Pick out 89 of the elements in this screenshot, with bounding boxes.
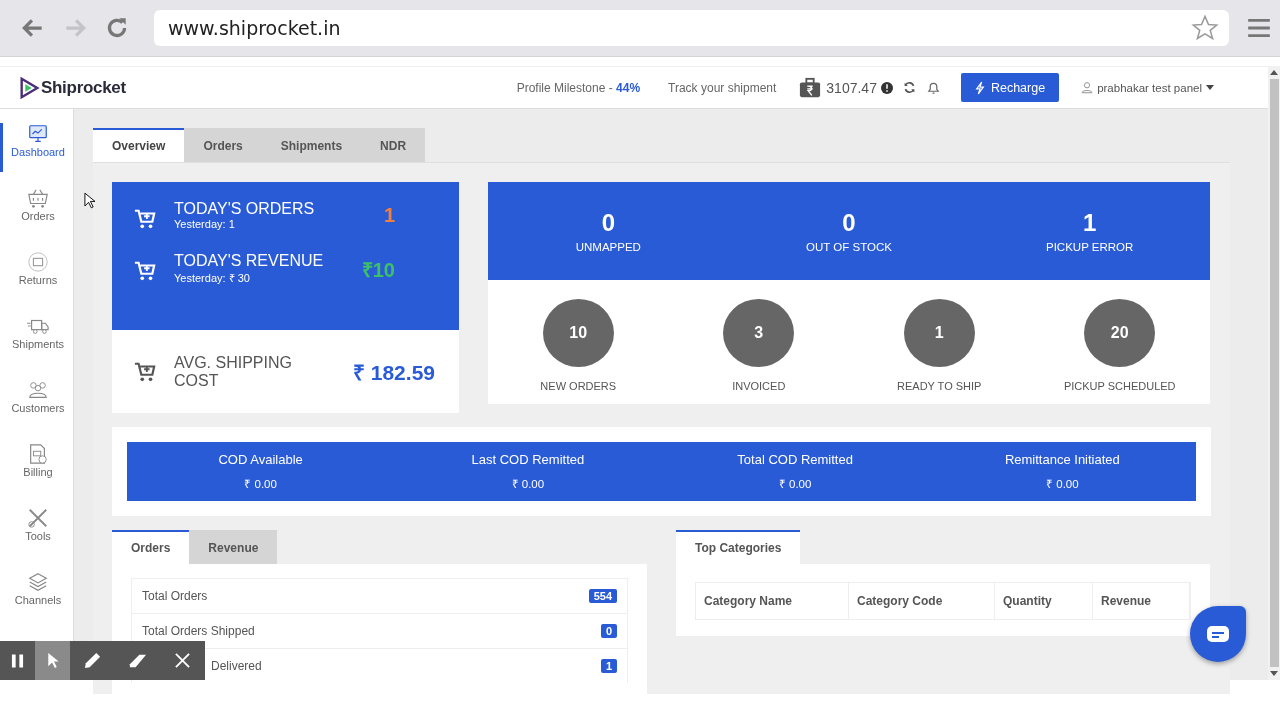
user-menu[interactable]: prabhakar test panel <box>1075 80 1220 95</box>
chat-icon <box>1206 625 1230 643</box>
scrollbar-thumb[interactable] <box>1269 79 1279 667</box>
cod-amount: ₹ 0.00 <box>244 477 277 491</box>
stat-label: UNMAPPED <box>575 241 641 253</box>
recharge-button[interactable]: Recharge <box>960 73 1060 102</box>
stat-value: 1 <box>1083 209 1097 237</box>
cart-icon <box>134 360 156 383</box>
scroll-up-icon[interactable] <box>1270 70 1278 75</box>
star-icon[interactable] <box>1191 14 1219 42</box>
cart-icon <box>134 208 156 230</box>
stat-subtitle: Yesterday: ₹ 30 <box>174 271 251 285</box>
pointer-icon <box>46 652 59 669</box>
layers-icon <box>27 571 49 593</box>
cod-label: Last COD Remitted <box>471 452 585 467</box>
address-bar[interactable]: www.shiprocket.in <box>154 10 1229 46</box>
pointer-button[interactable] <box>35 641 70 680</box>
tab[interactable]: Revenue <box>189 530 278 564</box>
cod-label: COD Available <box>218 452 303 467</box>
stat-subtitle: Yesterday: 1 <box>174 218 236 230</box>
stat-title: TODAY'S ORDERS <box>174 200 316 218</box>
stat-label: Total Orders Shipped <box>142 624 255 638</box>
refresh-icon[interactable] <box>902 81 916 94</box>
count-circle[interactable]: 10 <box>542 299 614 367</box>
stat-value: 0 <box>842 209 856 237</box>
cod-amount: ₹ 0.00 <box>1046 477 1079 491</box>
cart-icon <box>134 260 156 282</box>
sidebar-item[interactable]: Customers <box>0 379 73 428</box>
cod-amount: ₹ 0.00 <box>778 477 812 491</box>
sidebar-item[interactable]: Channels <box>0 571 73 620</box>
cursor-icon <box>84 192 95 209</box>
cod-label: Total COD Remitted <box>737 452 853 467</box>
user-icon <box>1081 81 1094 94</box>
pause-icon <box>11 652 24 669</box>
column-header: Revenue <box>1093 583 1190 619</box>
document-icon <box>27 443 49 465</box>
cod-amount: ₹ 0.00 <box>511 477 545 491</box>
stat-label: PICKUP ERROR <box>1046 241 1134 253</box>
sidebar-item[interactable]: Billing <box>0 443 73 492</box>
stat-title: AVG. SHIPPING COST <box>174 353 293 390</box>
column-header: Category Name <box>696 583 849 619</box>
count-circle[interactable]: 3 <box>723 299 795 367</box>
logo-text: Shiprocket <box>41 77 126 98</box>
profile-milestone[interactable]: Profile Milestone - 44% <box>516 80 641 95</box>
sidebar-item[interactable]: Orders <box>0 187 73 236</box>
tab[interactable]: Orders <box>112 530 190 564</box>
count-badge: 1 <box>600 659 617 673</box>
stat-label: Delivered <box>211 659 262 673</box>
count-circle[interactable]: 20 <box>1084 299 1156 367</box>
wallet-balance: 3107.47 <box>826 79 877 96</box>
tab[interactable]: Top Categories <box>676 530 801 564</box>
scrollbar[interactable] <box>1268 66 1280 680</box>
logo-icon <box>18 75 40 100</box>
monitor-icon <box>27 123 49 145</box>
bell-icon[interactable] <box>925 80 941 95</box>
count-circle[interactable]: 1 <box>903 299 975 367</box>
basket-icon <box>27 187 49 209</box>
stat-value: ₹10 <box>361 258 395 283</box>
wallet-icon[interactable] <box>798 76 823 99</box>
stat-value: 0 <box>601 209 615 237</box>
scroll-down-icon[interactable] <box>1270 671 1278 676</box>
stat-label: OUT OF STOCK <box>806 241 892 253</box>
track-shipment-link[interactable]: Track your shipment <box>668 80 777 95</box>
pen-icon <box>83 651 102 670</box>
tools-icon <box>27 507 49 529</box>
stat-label: NEW ORDERS <box>540 380 617 392</box>
count-badge: 0 <box>600 624 617 638</box>
sidebar-item[interactable]: Shipments <box>0 315 73 364</box>
cod-label: Remittance Initiated <box>1004 452 1120 467</box>
caret-icon <box>1206 85 1214 90</box>
url-text: www.shiprocket.in <box>168 17 341 39</box>
column-header: Quantity <box>995 583 1093 619</box>
stat-label: PICKUP SCHEDULED <box>1063 380 1176 392</box>
stat-label: Total Orders <box>142 589 208 603</box>
column-header: Category Code <box>849 583 995 619</box>
tab[interactable]: Overview <box>93 128 185 162</box>
lightning-icon <box>974 80 985 95</box>
stat-title: TODAY'S REVENUE <box>174 252 325 270</box>
close-icon <box>175 653 190 668</box>
info-icon[interactable] <box>880 81 893 94</box>
count-badge: 554 <box>588 589 617 603</box>
sidebar-item[interactable]: Tools <box>0 507 73 556</box>
box-icon <box>27 251 49 273</box>
stat-value: ₹ 182.59 <box>352 359 435 386</box>
people-icon <box>27 379 49 401</box>
stat-label: INVOICED <box>732 380 786 392</box>
stat-label: READY TO SHIP <box>897 380 982 392</box>
stat-value: 1 <box>383 204 395 227</box>
sidebar-item[interactable]: Returns <box>0 251 73 300</box>
